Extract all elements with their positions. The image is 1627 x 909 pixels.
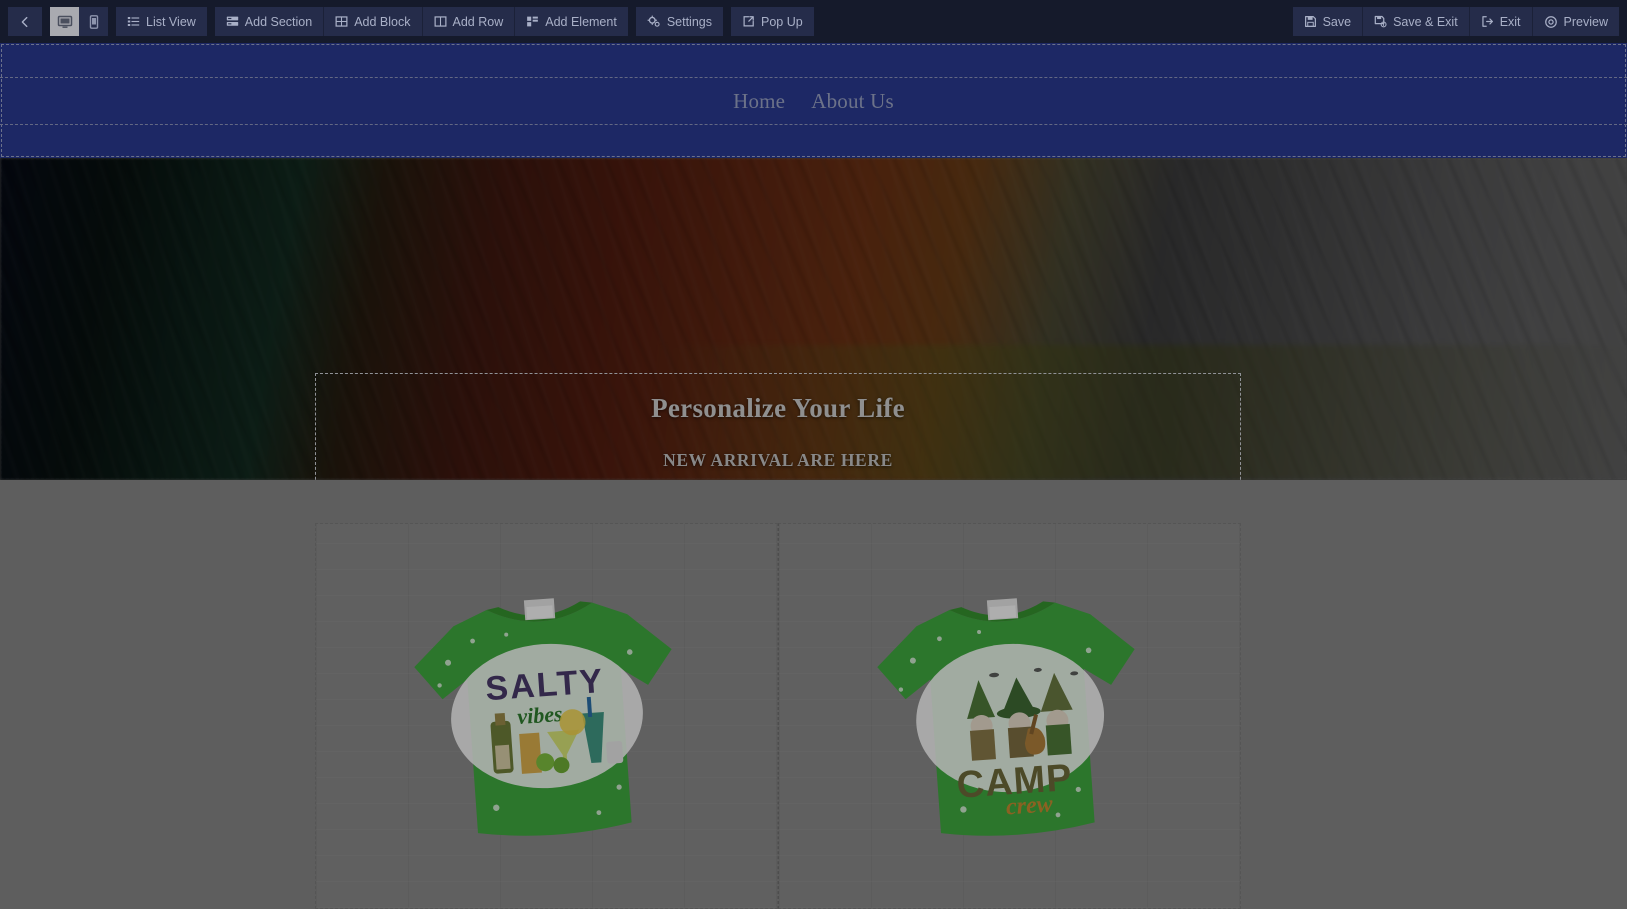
tshirt-graphic: CAMP crew [834, 555, 1184, 877]
svg-text:crew: crew [1005, 791, 1054, 820]
hero-section[interactable]: Personalize Your Life NEW ARRIVAL ARE HE… [0, 158, 1627, 480]
add-block-icon [335, 15, 348, 28]
save-exit-button[interactable]: Save & Exit [1363, 7, 1470, 36]
toolbar-left-group: List View Add Section Add Block Add Row [8, 7, 814, 36]
back-button[interactable] [8, 7, 42, 36]
hero-subheading: NEW ARRIVAL ARE HERE [663, 450, 893, 470]
device-toggle [50, 7, 108, 36]
save-icon [1304, 15, 1317, 28]
add-element-label: Add Element [545, 14, 617, 29]
editor-toolbar: List View Add Section Add Block Add Row [0, 0, 1627, 43]
hero-content-block[interactable]: Personalize Your Life NEW ARRIVAL ARE HE… [315, 373, 1241, 480]
add-section-icon [226, 15, 239, 28]
settings-button[interactable]: Settings [635, 7, 723, 36]
mobile-view-button[interactable] [79, 7, 108, 36]
add-element-icon [526, 15, 539, 28]
add-element-button[interactable]: Add Element [515, 7, 628, 36]
nav-link-home[interactable]: Home [733, 89, 785, 114]
settings-label: Settings [666, 14, 712, 29]
tshirt-graphic: SALTY vibes [371, 555, 721, 877]
products-section[interactable]: SALTY vibes CAMP crew [0, 480, 1627, 909]
list-view-button[interactable]: List View [116, 7, 207, 36]
svg-text:vibes: vibes [516, 701, 563, 729]
add-section-button[interactable]: Add Section [214, 7, 325, 36]
desktop-view-button[interactable] [50, 7, 79, 36]
add-row-icon [434, 15, 447, 28]
list-view-icon [127, 15, 140, 28]
preview-button[interactable]: Preview [1532, 7, 1619, 36]
list-view-label: List View [146, 14, 196, 29]
arrow-left-icon [18, 15, 32, 29]
product-cell[interactable]: SALTY vibes [315, 523, 778, 909]
save-label: Save [1322, 14, 1352, 29]
nav-row[interactable]: Home About Us [0, 77, 1627, 125]
add-row-label: Add Row [452, 14, 504, 29]
exit-button[interactable]: Exit [1469, 7, 1533, 36]
hero-heading: Personalize Your Life [651, 393, 905, 423]
product-image-salty-vibes[interactable]: SALTY vibes [316, 524, 777, 908]
add-buttons-group: Add Section Add Block Add Row Add Elemen… [214, 7, 628, 36]
popup-button[interactable]: Pop Up [730, 7, 814, 36]
popup-label: Pop Up [760, 14, 803, 29]
add-row-button[interactable]: Add Row [422, 7, 516, 36]
add-section-label: Add Section [244, 14, 313, 29]
preview-label: Preview [1563, 14, 1608, 29]
smartphone-icon [86, 14, 102, 30]
products-grid: SALTY vibes CAMP crew [315, 523, 1241, 909]
product-cell[interactable]: CAMP crew [778, 523, 1241, 909]
popup-icon [742, 15, 755, 28]
exit-label: Exit [1499, 14, 1521, 29]
nav-link-about-us[interactable]: About Us [811, 89, 894, 114]
add-block-button[interactable]: Add Block [324, 7, 423, 36]
nav-section[interactable]: Home About Us [0, 43, 1627, 158]
save-exit-icon [1374, 15, 1387, 28]
save-exit-label: Save & Exit [1393, 14, 1458, 29]
toolbar-right-group: Save Save & Exit Exit Preview [1292, 7, 1619, 36]
exit-icon [1481, 15, 1494, 28]
gear-icon [647, 14, 661, 29]
monitor-icon [57, 14, 73, 30]
product-image-camp-crew[interactable]: CAMP crew [779, 524, 1240, 908]
page-canvas: Home About Us Personalize Your Life NEW … [0, 43, 1627, 909]
preview-icon [1544, 15, 1558, 29]
add-block-label: Add Block [354, 14, 411, 29]
save-button[interactable]: Save [1292, 7, 1364, 36]
